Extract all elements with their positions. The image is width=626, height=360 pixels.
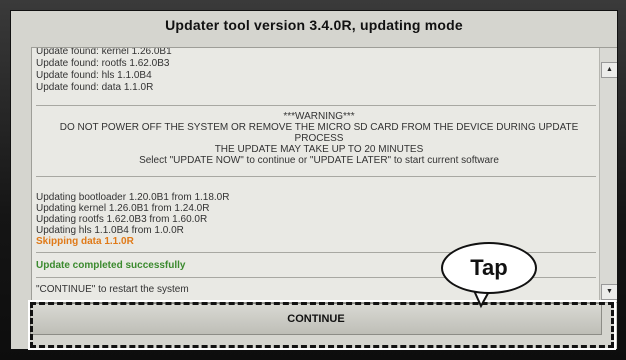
log-line-found-kernel: Update found: kernel 1.26.0B1 (36, 47, 172, 57)
scroll-down-icon[interactable]: ▼ (601, 284, 617, 300)
warning-line-3: THE UPDATE MAY TAKE UP TO 20 MINUTES (214, 144, 424, 155)
tap-callout-label: Tap (441, 242, 537, 294)
log-line-updating-rootfs: Updating rootfs 1.62.0B3 from 1.60.0R (36, 214, 208, 225)
log-line-found-data: Update found: data 1.1.0R (36, 82, 154, 93)
scroll-up-icon[interactable]: ▲ (601, 62, 617, 78)
warning-line-4: Select "UPDATE NOW" to continue or "UPDA… (139, 155, 499, 166)
warning-line-2: PROCESS (294, 133, 344, 144)
log-separator (36, 176, 596, 177)
log-line-found-hls: Update found: hls 1.1.0B4 (36, 70, 152, 81)
log-line-updating-kernel: Updating kernel 1.26.0B1 from 1.24.0R (36, 203, 210, 214)
restart-instruction: "CONTINUE" to restart the system (36, 284, 189, 295)
log-line-updating-bootloader: Updating bootloader 1.20.0B1 from 1.18.0… (36, 192, 230, 203)
log-line-updating-hls: Updating hls 1.1.0B4 from 1.0.0R (36, 225, 184, 236)
log-line-skipping-data: Skipping data 1.1.0R (36, 236, 134, 247)
log-line-found-rootfs: Update found: rootfs 1.62.0B3 (36, 58, 170, 69)
log-separator (36, 105, 596, 106)
warning-line-1: DO NOT POWER OFF THE SYSTEM OR REMOVE TH… (59, 122, 579, 133)
warning-heading: ***WARNING*** (283, 111, 355, 122)
updater-screen: Updater tool version 3.4.0R, updating mo… (10, 10, 618, 350)
log-scrollbar[interactable]: ▲ ▼ (599, 48, 617, 300)
continue-button[interactable]: CONTINUE (30, 303, 602, 335)
window-title: Updater tool version 3.4.0R, updating mo… (165, 17, 463, 33)
update-success-message: Update completed successfully (36, 260, 186, 271)
